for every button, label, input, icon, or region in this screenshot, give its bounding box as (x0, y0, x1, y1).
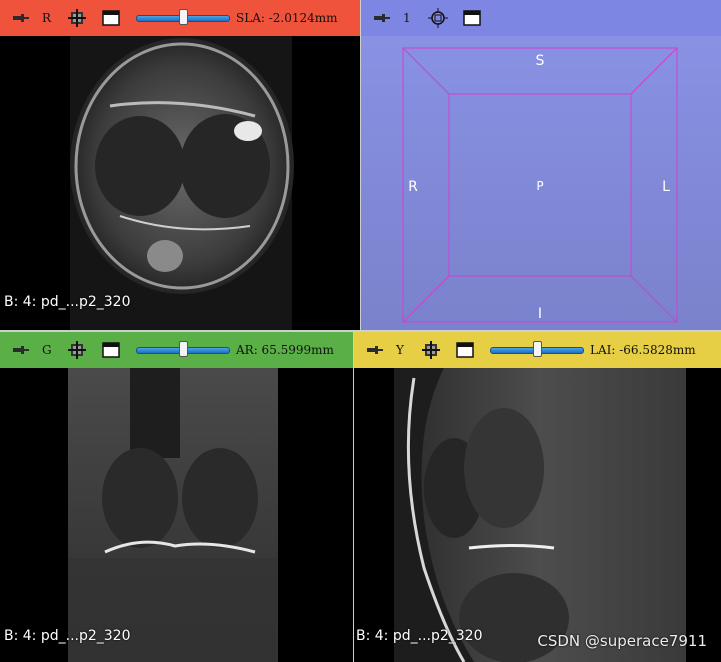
volume-name: B: 4: pd_...p2_320 (4, 628, 131, 644)
volume-name: B: 4: pd_...p2_320 (4, 294, 131, 310)
slice-offset-slider[interactable] (136, 341, 230, 357)
slider-thumb[interactable] (179, 9, 188, 25)
slice-offset-value: SLA: -2.0124mm (236, 11, 338, 25)
volume-name: B: 4: pd_...p2_320 (356, 628, 483, 644)
center-icon[interactable] (427, 7, 449, 29)
pin-icon[interactable] (10, 13, 32, 23)
yellow-slice-controller: Y LAI: -66.5828mm (354, 332, 721, 368)
pin-icon[interactable] (364, 345, 386, 355)
orientation-superior: S (536, 53, 545, 69)
slider-thumb[interactable] (179, 341, 188, 357)
view-label: 1 (403, 11, 411, 25)
3d-view-controller: 1 (361, 0, 721, 36)
link-icon[interactable] (420, 339, 442, 361)
orientation-left: L (662, 179, 670, 195)
red-slice-controller: R SLA: -2.0124mm (0, 0, 360, 36)
vertical-divider[interactable] (353, 332, 354, 662)
orientation-inferior: I (538, 306, 542, 322)
link-icon[interactable] (66, 339, 88, 361)
slice-offset-slider[interactable] (490, 341, 584, 357)
red-slice-view[interactable]: R SLA: -2.0124mm B: 4: pd_...p2_320 (0, 0, 360, 330)
green-slice-controller: G AR: 65.5999mm (0, 332, 353, 368)
watermark: CSDN @superace7911 (537, 632, 707, 650)
maximize-icon[interactable] (100, 7, 122, 29)
slice-label: Y (396, 343, 404, 357)
orientation-right: R (408, 179, 418, 195)
vertical-divider[interactable] (360, 0, 361, 330)
maximize-icon[interactable] (454, 339, 476, 361)
slice-offset-slider[interactable] (136, 9, 230, 25)
3d-bounding-box: S R L P I (402, 47, 678, 323)
link-icon[interactable] (66, 7, 88, 29)
orientation-posterior: P (536, 179, 543, 193)
slice-label: R (42, 11, 52, 25)
horizontal-divider[interactable] (0, 330, 721, 332)
green-slice-view[interactable]: G AR: 65.5999mm B: 4: pd_...p2_320 (0, 332, 353, 662)
3d-view[interactable]: 1 S R L P I (361, 0, 721, 330)
slice-label: G (42, 343, 52, 357)
sagittal-mri-image (394, 368, 686, 662)
slider-thumb[interactable] (533, 341, 542, 357)
yellow-slice-view[interactable]: Y LAI: -66.5828mm B: 4: pd_...p2_320 (354, 332, 721, 662)
maximize-icon[interactable] (100, 339, 122, 361)
slice-offset-value: AR: 65.5999mm (236, 343, 334, 357)
pin-icon[interactable] (371, 13, 393, 23)
slice-offset-value: LAI: -66.5828mm (590, 343, 696, 357)
coronal-mri-image (68, 368, 278, 662)
pin-icon[interactable] (10, 345, 32, 355)
maximize-icon[interactable] (461, 7, 483, 29)
axial-mri-image (70, 36, 294, 330)
